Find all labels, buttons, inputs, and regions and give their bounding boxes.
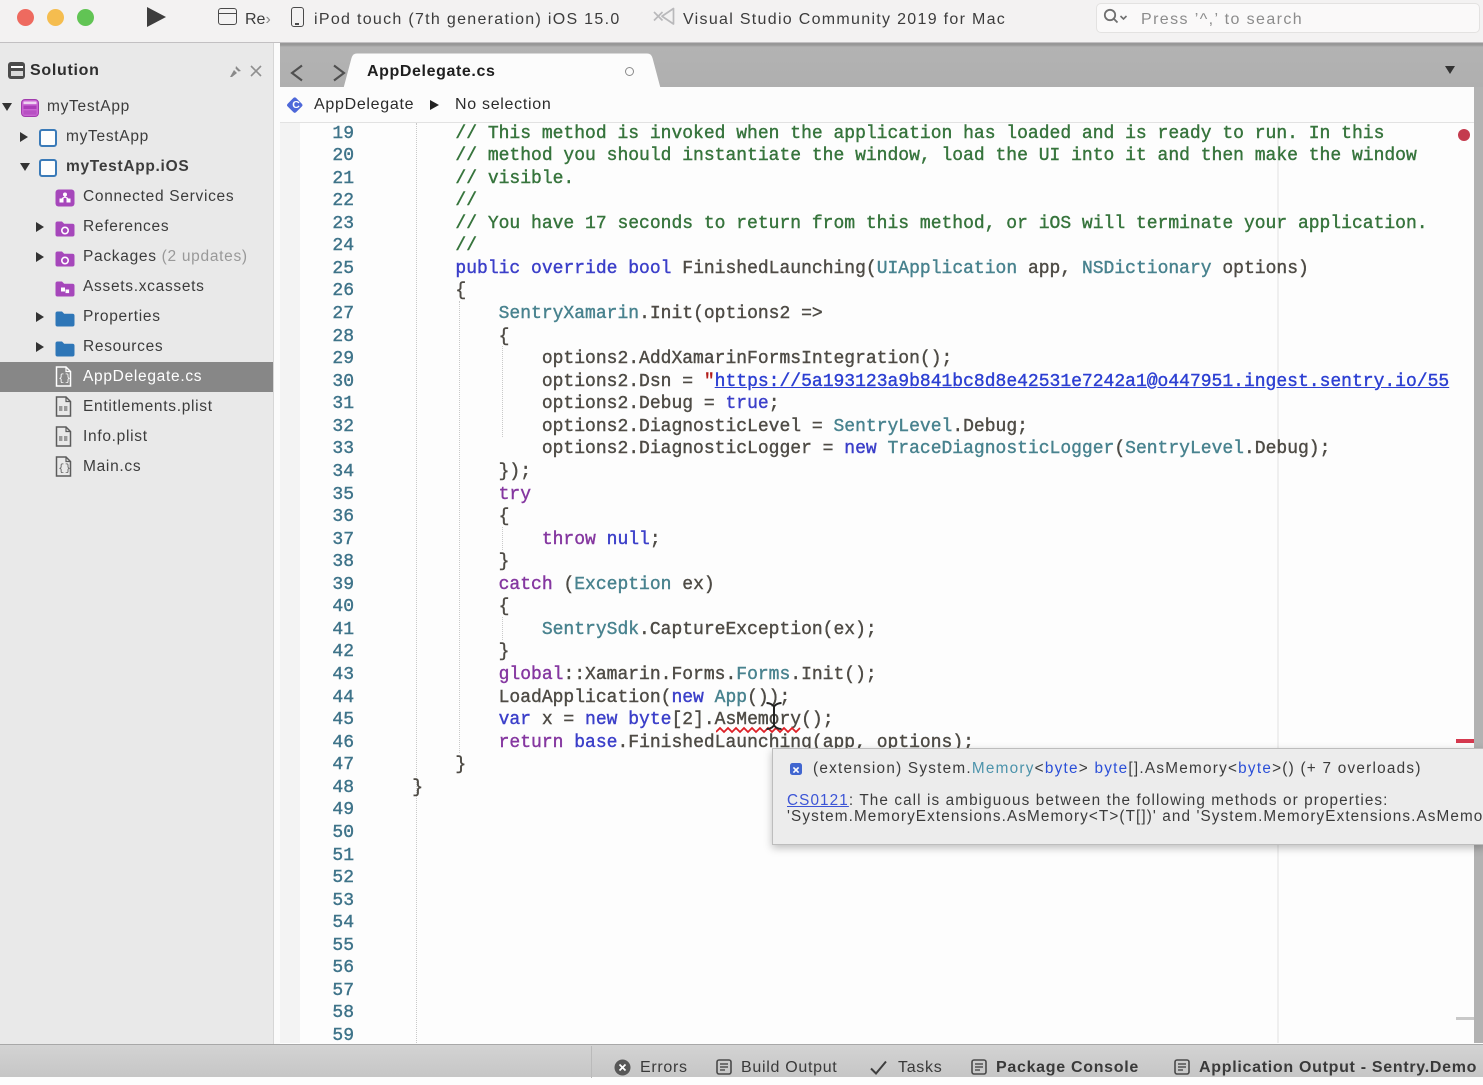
svg-text:{}: {} [58,463,71,475]
svg-text:{}: {} [58,373,71,385]
